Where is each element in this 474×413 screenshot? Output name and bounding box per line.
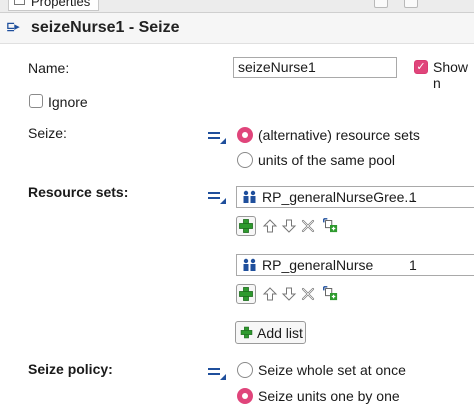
tab-properties[interactable]: Properties (8, 0, 100, 11)
green-plus-icon (239, 219, 253, 233)
seize-policy-whole-set-radio[interactable] (237, 362, 253, 378)
ignore-label: Ignore (48, 94, 88, 110)
ignore-checkbox[interactable] (29, 94, 43, 108)
seize-option-same-pool-label: units of the same pool (258, 152, 395, 168)
arrow-up-icon[interactable] (262, 286, 278, 302)
resource-set-quantity[interactable]: 1 (409, 257, 417, 273)
delete-x-icon[interactable] (300, 218, 316, 234)
seize-policy-whole-set-label: Seize whole set at once (258, 362, 406, 378)
tab-strip: Properties (0, 0, 474, 13)
green-plus-icon (240, 326, 253, 339)
resource-sets-label: Resource sets: (28, 184, 129, 200)
resource-set-row[interactable]: RP_generalNurseGree... 1 (236, 186, 474, 208)
page-title: seizeNurse1 - Seize (31, 19, 180, 36)
seize-policy-one-by-one-radio[interactable] (237, 388, 253, 404)
resource-set-row[interactable]: RP_generalNurse 1 (236, 254, 474, 276)
show-name-label: Show n (433, 59, 469, 91)
add-resource-button[interactable] (236, 284, 256, 304)
arrow-down-icon[interactable] (281, 218, 297, 234)
seize-option-same-pool-radio[interactable] (237, 152, 253, 168)
seize-policy-label: Seize policy: (28, 361, 113, 377)
delete-x-icon[interactable] (300, 286, 316, 302)
name-input[interactable]: seizeNurse1 (233, 57, 397, 78)
resource-pool-icon (243, 190, 256, 203)
properties-tab-icon (14, 0, 25, 5)
resource-set-name: RP_generalNurse (262, 257, 374, 273)
static-value-toggle-icon[interactable] (208, 130, 226, 144)
object-tree-icon: ⊑▸ (6, 21, 20, 33)
add-list-label: Add list (257, 325, 303, 341)
static-value-toggle-icon[interactable] (208, 366, 226, 380)
select-resource-icon[interactable] (322, 217, 338, 233)
seize-policy-one-by-one-label: Seize units one by one (258, 388, 400, 404)
green-plus-icon (239, 287, 253, 301)
minimize-view-button[interactable] (374, 0, 388, 8)
resource-set-quantity[interactable]: 1 (409, 189, 417, 205)
tab-properties-label: Properties (31, 0, 91, 9)
arrow-down-icon[interactable] (281, 286, 297, 302)
static-value-toggle-icon[interactable] (208, 190, 226, 204)
add-resource-button[interactable] (236, 216, 256, 236)
add-list-button[interactable]: Add list (235, 321, 306, 344)
name-label: Name: (28, 60, 70, 76)
maximize-view-button[interactable] (404, 0, 418, 8)
resource-pool-icon (243, 258, 256, 271)
show-name-checkbox[interactable]: ✓ (414, 60, 428, 74)
arrow-up-icon[interactable] (262, 218, 278, 234)
seize-label: Seize: (28, 125, 67, 141)
select-resource-icon[interactable] (322, 285, 338, 301)
seize-option-resource-sets-label: (alternative) resource sets (258, 127, 420, 143)
seize-option-resource-sets-radio[interactable] (237, 127, 253, 143)
resource-set-name: RP_generalNurseGree... (262, 189, 417, 205)
